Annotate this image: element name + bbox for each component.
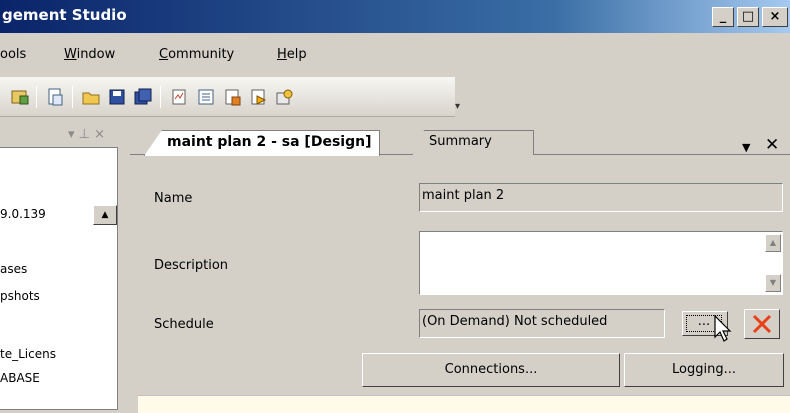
save-all-icon[interactable] xyxy=(133,87,153,107)
description-scroll-down[interactable]: ▼ xyxy=(765,274,781,292)
logging-button[interactable]: Logging... xyxy=(624,353,784,387)
description-field[interactable] xyxy=(419,231,783,295)
menu-window[interactable]: Window xyxy=(64,47,115,62)
minimize-button[interactable]: _ xyxy=(712,7,734,27)
toolbar xyxy=(0,77,455,117)
tab-close-icon[interactable]: ✕ xyxy=(765,135,779,155)
maximize-button[interactable]: □ xyxy=(737,7,759,27)
description-label: Description xyxy=(154,258,229,273)
script-icon[interactable] xyxy=(222,87,242,107)
designer-surface[interactable] xyxy=(138,395,790,413)
mouse-cursor-icon xyxy=(714,315,732,342)
object-explorer-tree: 9.0.139 ases pshots te_Licens ABASE xyxy=(0,147,118,410)
tree-item-license[interactable]: te_Licens xyxy=(0,347,56,361)
schedule-label: Schedule xyxy=(154,317,214,332)
menu-tools[interactable]: ools xyxy=(0,47,26,62)
tree-item-snapshots[interactable]: pshots xyxy=(0,289,40,303)
execute-icon[interactable] xyxy=(248,87,268,107)
connections-button[interactable]: Connections... xyxy=(362,353,620,387)
pane-controls-icon[interactable]: ▾ ⊥ × xyxy=(68,127,105,142)
report-icon[interactable] xyxy=(169,87,189,107)
tree-item-database[interactable]: ABASE xyxy=(0,371,40,385)
title-bar: gement Studio _ □ × xyxy=(0,0,790,33)
clear-schedule-button[interactable] xyxy=(744,309,780,339)
delete-x-icon xyxy=(752,314,772,334)
menu-help[interactable]: Help xyxy=(277,47,307,62)
new-document-icon[interactable] xyxy=(45,87,65,107)
save-icon[interactable] xyxy=(107,87,127,107)
description-scroll-up[interactable]: ▲ xyxy=(765,234,781,252)
tab-dropdown-icon[interactable]: ▼ xyxy=(742,141,750,154)
schedule-field: (On Demand) Not scheduled xyxy=(419,309,665,338)
maintenance-plan-form: Name maint plan 2 Description ▲ ▼ Schedu… xyxy=(130,157,790,413)
properties-icon[interactable] xyxy=(196,87,216,107)
menu-community[interactable]: Community xyxy=(159,47,234,62)
toolbar-overflow-icon[interactable]: ▾ xyxy=(455,101,460,112)
tab-design[interactable]: maint plan 2 - sa [Design] xyxy=(144,130,381,156)
object-explorer-pane: ▾ ⊥ × 9.0.139 ases pshots te_Licens ABAS… xyxy=(0,117,128,413)
scroll-up-button[interactable]: ▲ xyxy=(93,205,117,225)
name-label: Name xyxy=(154,191,193,206)
tab-summary[interactable]: Summary xyxy=(412,130,534,155)
object-explorer-header: ▾ ⊥ × xyxy=(0,125,128,147)
tree-item-server[interactable]: 9.0.139 xyxy=(0,207,46,221)
close-button[interactable]: × xyxy=(762,7,788,27)
database-icon[interactable] xyxy=(10,87,30,107)
options-icon[interactable] xyxy=(274,87,294,107)
tab-strip: maint plan 2 - sa [Design] Summary ▼ ✕ xyxy=(130,127,790,156)
document-area: maint plan 2 - sa [Design] Summary ▼ ✕ N… xyxy=(130,117,790,413)
open-folder-icon[interactable] xyxy=(81,87,101,107)
tree-item-databases[interactable]: ases xyxy=(0,262,27,276)
window-title: gement Studio xyxy=(2,6,127,24)
menu-bar: ools Window Community Help xyxy=(0,33,790,77)
name-field[interactable]: maint plan 2 xyxy=(419,183,783,212)
